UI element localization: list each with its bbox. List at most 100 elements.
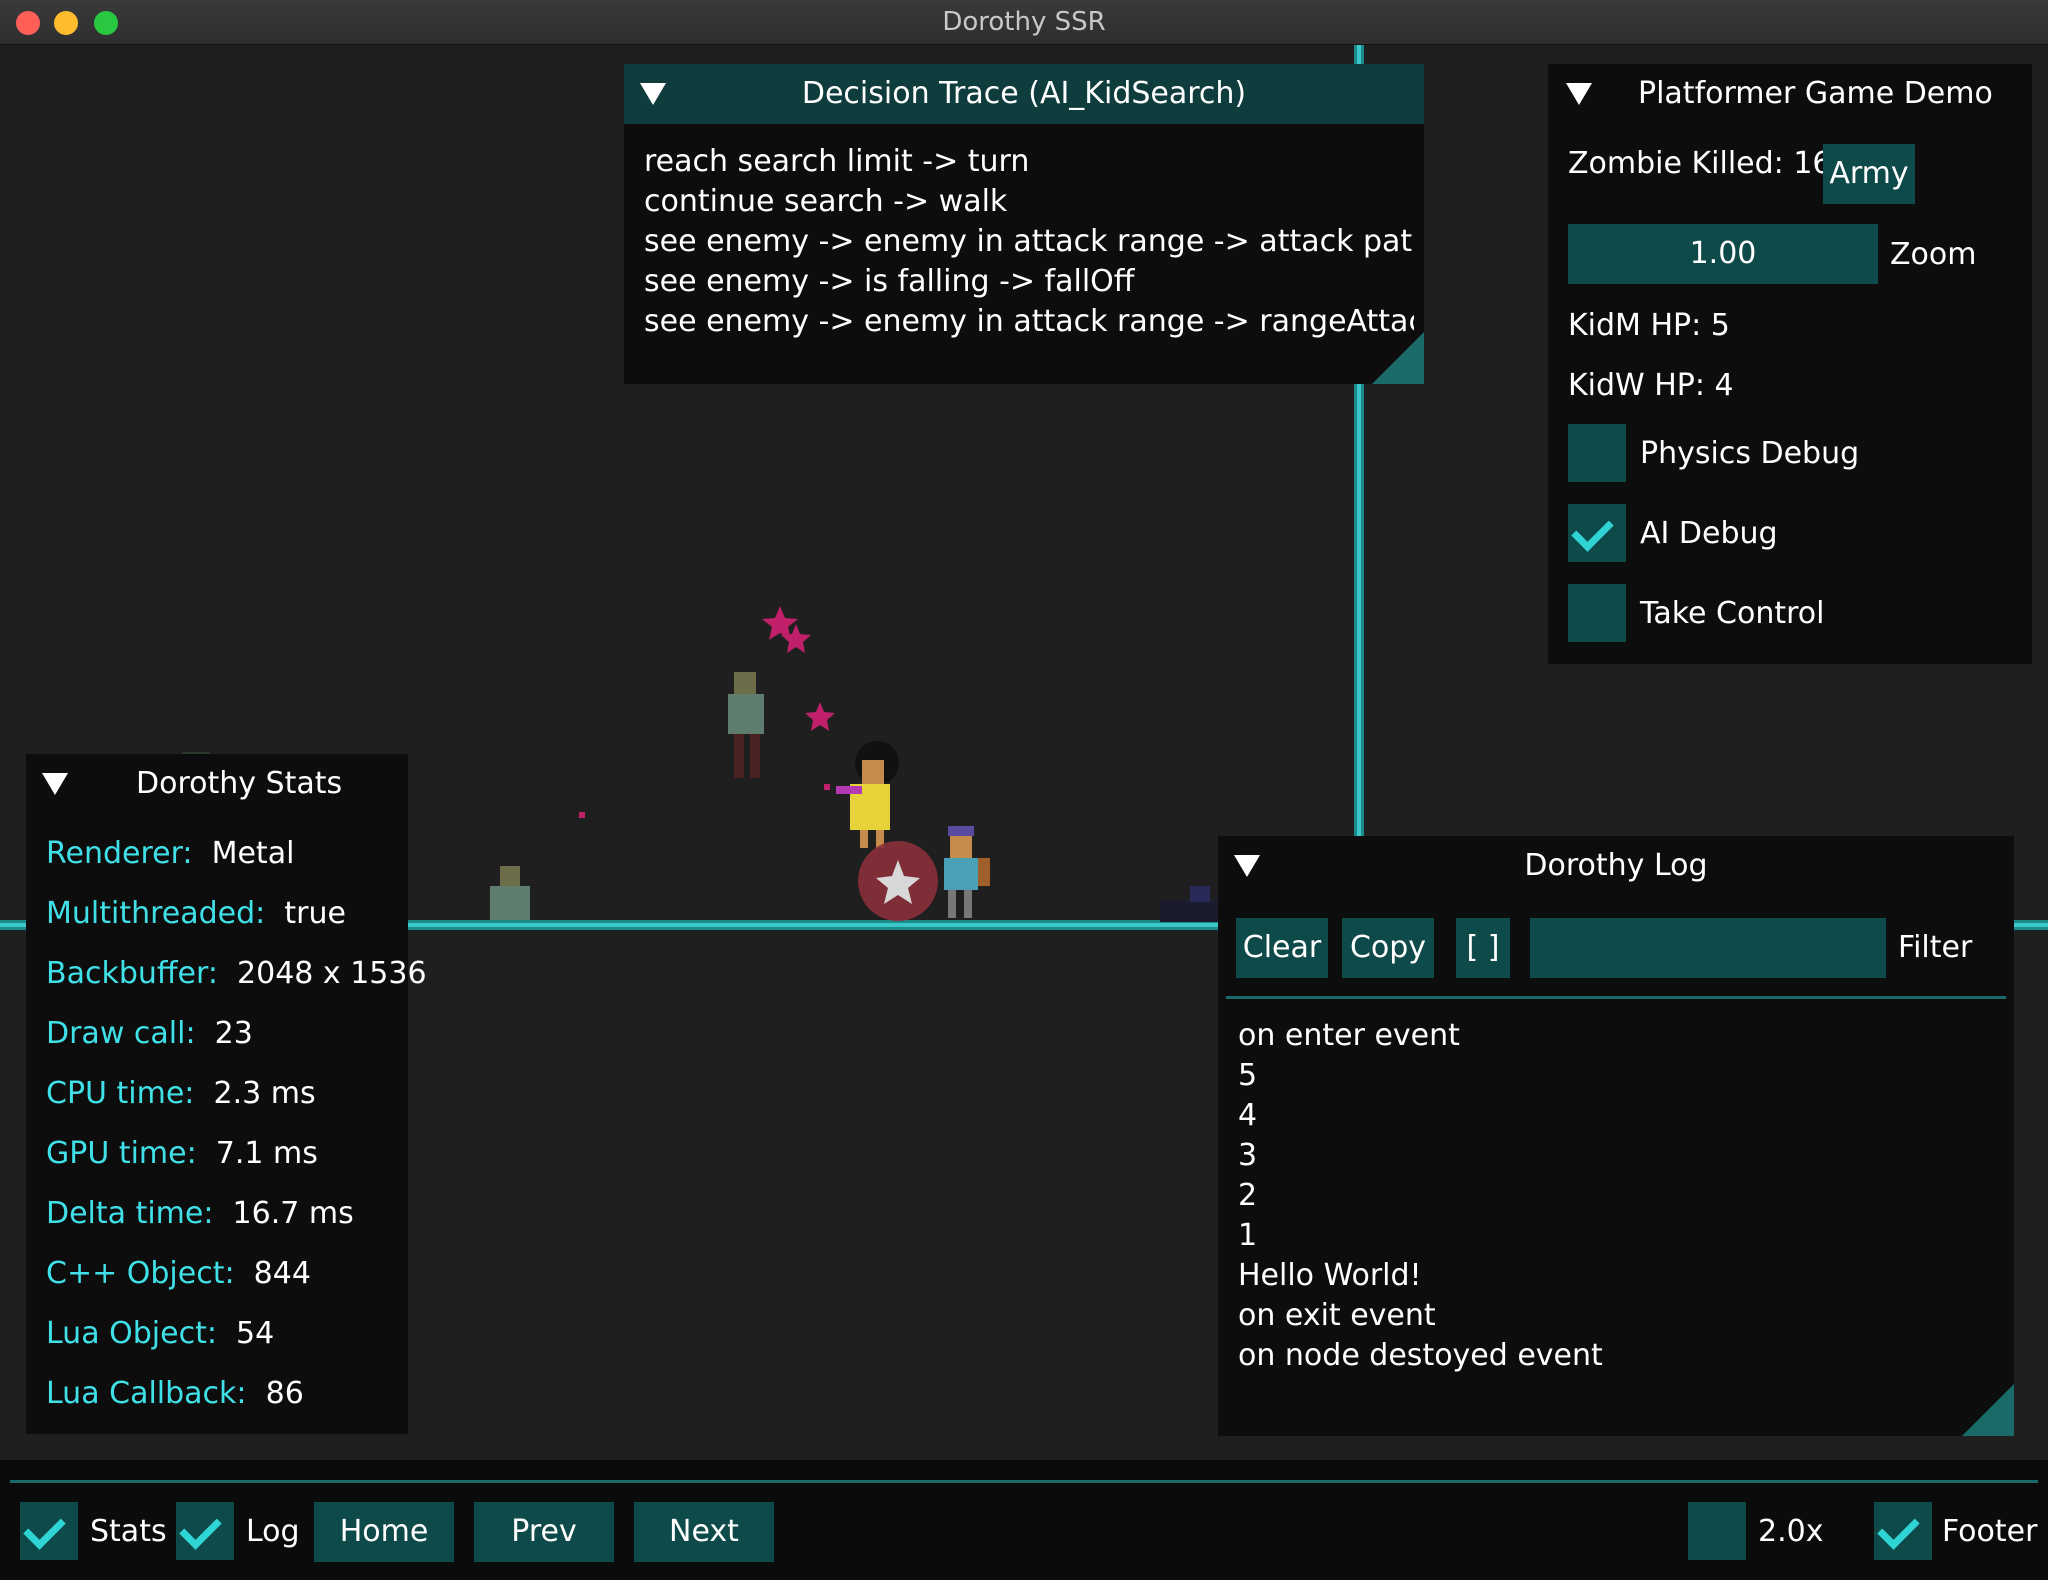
stat-label: GPU time: <box>46 1136 197 1171</box>
home-button[interactable]: Home <box>314 1502 454 1562</box>
log-header[interactable]: Dorothy Log <box>1218 836 2014 896</box>
stat-value: 23 <box>214 1016 253 1051</box>
stat-row: Multithreaded: true <box>46 896 346 931</box>
log-panel: Dorothy Log Clear Copy [ ] Filter on ent… <box>1218 836 2014 1436</box>
collapse-triangle-icon[interactable] <box>42 773 68 795</box>
stat-value: 2.3 ms <box>213 1076 316 1111</box>
stat-row: Draw call: 23 <box>46 1016 253 1051</box>
copy-log-button[interactable]: Copy <box>1342 918 1434 978</box>
physics-debug-label: Physics Debug <box>1640 436 1860 471</box>
stats-toggle-checkbox[interactable] <box>20 1502 78 1560</box>
stats-header[interactable]: Dorothy Stats <box>26 754 408 814</box>
stat-value: 2048 x 1536 <box>237 956 427 991</box>
game-demo-header[interactable]: Platformer Game Demo <box>1548 64 2032 124</box>
log-divider <box>1226 996 2006 999</box>
log-line: 2 <box>1238 1178 1258 1213</box>
log-line: Hello World! <box>1238 1258 1422 1293</box>
log-toggle-checkbox[interactable] <box>176 1502 234 1560</box>
brackets-button[interactable]: [ ] <box>1456 918 1510 978</box>
stat-row: Lua Object: 54 <box>46 1316 274 1351</box>
stats-title: Dorothy Stats <box>136 766 343 801</box>
kidm-hp-label: KidM HP: 5 <box>1568 308 1730 343</box>
log-line: on enter event <box>1238 1018 1460 1053</box>
star-effect <box>805 702 835 731</box>
stat-label: Multithreaded: <box>46 896 266 931</box>
stat-row: Backbuffer: 2048 x 1536 <box>46 956 427 991</box>
stat-value: 7.1 ms <box>215 1136 318 1171</box>
trace-line: see enemy -> enemy in attack range -> at… <box>644 224 1414 259</box>
stats-panel: Dorothy Stats Renderer: Metal Multithrea… <box>26 754 427 1434</box>
log-line: 3 <box>1238 1138 1258 1173</box>
window-title: Dorothy SSR <box>942 7 1106 37</box>
decision-trace-title: Decision Trace (AI_KidSearch) <box>801 76 1247 111</box>
checkmark-icon <box>1571 509 1614 552</box>
kidw-hp-label: KidW HP: 4 <box>1568 368 1734 403</box>
stat-row: Delta time: 16.7 ms <box>46 1196 354 1231</box>
stat-label: Backbuffer: <box>46 956 218 991</box>
footer-toggle-checkbox[interactable] <box>1874 1502 1932 1560</box>
trace-line: continue search -> walk <box>644 184 1008 219</box>
log-line: on node destoyed event <box>1238 1338 1603 1373</box>
stat-value: 86 <box>265 1376 304 1411</box>
resize-grip-icon[interactable] <box>1372 332 1424 384</box>
ai-debug-label: AI Debug <box>1640 516 1778 551</box>
window-titlebar: Dorothy SSR <box>0 0 2048 45</box>
log-title: Dorothy Log <box>1524 848 1708 883</box>
stat-row: Lua Callback: 86 <box>46 1376 304 1411</box>
filter-label: Filter <box>1898 930 1973 965</box>
zombie-sprite <box>728 672 764 778</box>
footer-toggle-label: Footer <box>1942 1514 2038 1549</box>
footer-bar: Stats Log Home Prev Next 2.0x Footer <box>0 1460 2048 1580</box>
log-toggle-label: Log <box>246 1514 300 1549</box>
checkmark-icon <box>179 1507 222 1550</box>
kid-sprite <box>944 826 990 918</box>
game-demo-title: Platformer Game Demo <box>1638 76 1993 111</box>
zombie-sprite <box>490 866 530 920</box>
filter-input[interactable] <box>1530 918 1886 978</box>
stat-label: Delta time: <box>46 1196 214 1231</box>
take-control-label: Take Control <box>1640 596 1825 631</box>
take-control-checkbox[interactable] <box>1568 584 1626 642</box>
physics-debug-checkbox[interactable] <box>1568 424 1626 482</box>
log-line: 4 <box>1238 1098 1258 1133</box>
stat-row: Renderer: Metal <box>46 836 294 871</box>
decision-trace-panel: Decision Trace (AI_KidSearch) reach sear… <box>624 64 1424 384</box>
kid-sprite <box>836 741 899 848</box>
stat-label: CPU time: <box>46 1076 195 1111</box>
prev-button[interactable]: Prev <box>474 1502 614 1562</box>
resize-grip-icon[interactable] <box>1962 1384 2014 1436</box>
stat-label: Lua Object: <box>46 1316 217 1351</box>
stat-row: CPU time: 2.3 ms <box>46 1076 316 1111</box>
stat-label: Lua Callback: <box>46 1376 247 1411</box>
next-button[interactable]: Next <box>634 1502 774 1562</box>
zoom-label: Zoom <box>1890 237 1977 272</box>
stat-value: 844 <box>253 1256 311 1291</box>
clear-log-button[interactable]: Clear <box>1236 918 1328 978</box>
ai-debug-checkbox[interactable] <box>1568 504 1626 562</box>
stat-label: Draw call: <box>46 1016 196 1051</box>
trace-line: see enemy -> enemy in attack range -> ra… <box>644 304 1414 339</box>
trace-line: reach search limit -> turn <box>644 144 1030 179</box>
zombie-killed-label: Zombie Killed: 16 <box>1568 146 1832 181</box>
log-line: 1 <box>1238 1218 1258 1253</box>
stat-value: 16.7 ms <box>232 1196 354 1231</box>
stat-row: C++ Object: 844 <box>46 1256 311 1291</box>
stat-value: true <box>284 896 346 931</box>
stat-label: Renderer: <box>46 836 193 871</box>
scale-toggle-checkbox[interactable] <box>1688 1502 1746 1560</box>
decision-trace-list: reach search limit -> turn continue sear… <box>644 144 1414 364</box>
zoom-slider[interactable]: 1.00 <box>1568 224 1878 284</box>
scale-label: 2.0x <box>1758 1514 1824 1549</box>
collapse-triangle-icon[interactable] <box>1566 83 1592 105</box>
footer-divider <box>10 1480 2038 1483</box>
checkmark-icon <box>23 1507 66 1550</box>
stats-toggle-label: Stats <box>90 1514 167 1549</box>
checkmark-icon <box>1877 1507 1920 1550</box>
stat-row: GPU time: 7.1 ms <box>46 1136 318 1171</box>
trace-line: see enemy -> is falling -> fallOff <box>644 264 1135 299</box>
decision-trace-header[interactable]: Decision Trace (AI_KidSearch) <box>624 64 1424 124</box>
army-button[interactable]: Army <box>1823 144 1915 204</box>
stat-value: 54 <box>236 1316 275 1351</box>
log-line: on exit event <box>1238 1298 1436 1333</box>
stat-label: C++ Object: <box>46 1256 235 1291</box>
